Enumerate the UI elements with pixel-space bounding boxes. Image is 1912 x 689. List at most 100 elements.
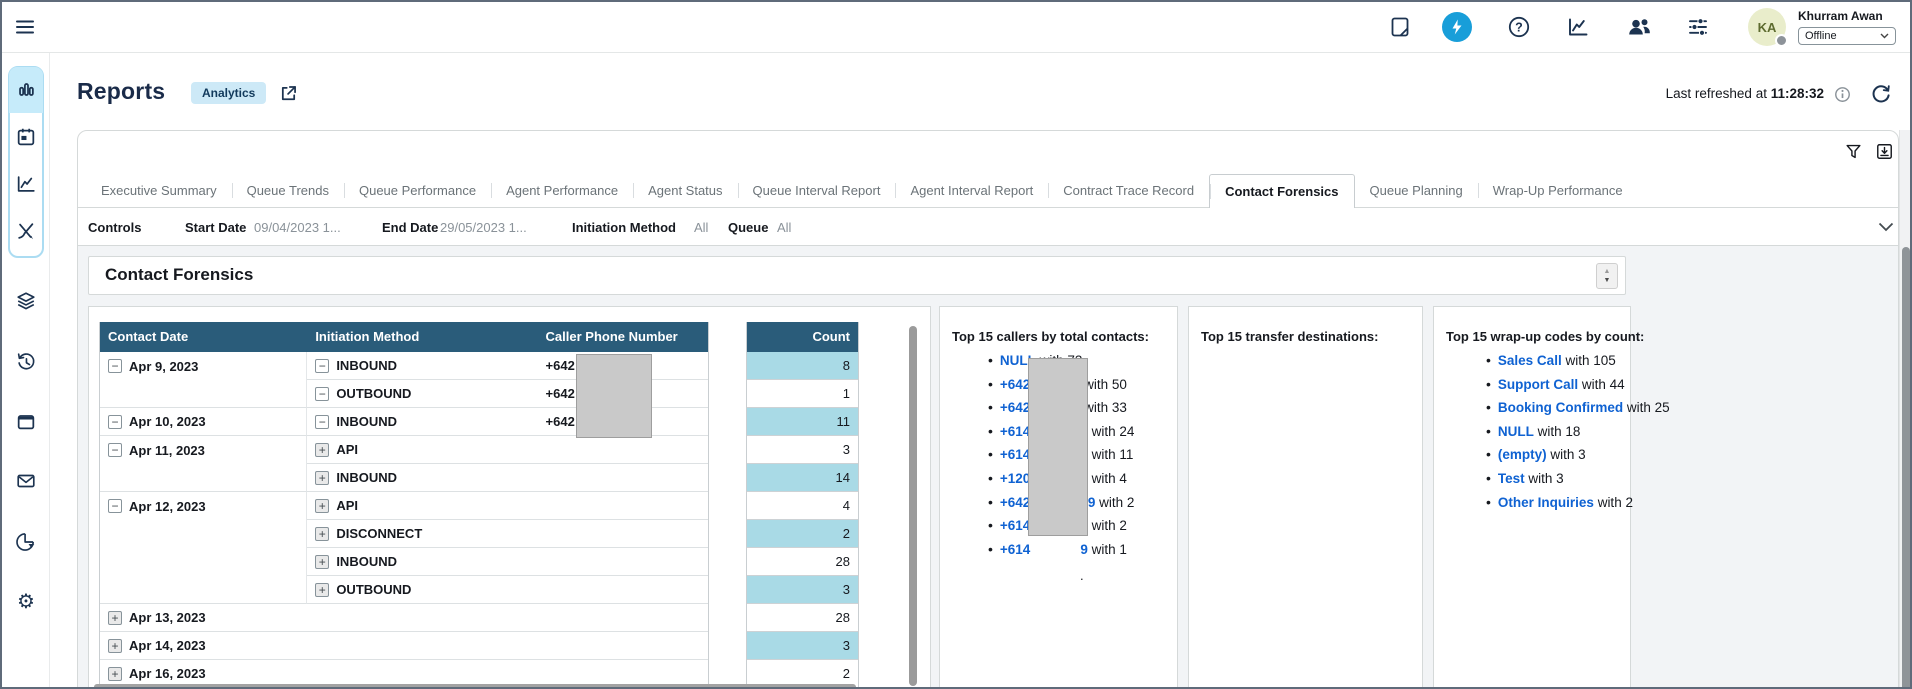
lightning-icon[interactable] [1442, 12, 1472, 42]
refreshed-time: 11:28:32 [1771, 86, 1824, 101]
refresh-icon[interactable] [1870, 83, 1892, 105]
table-row: −Apr 12, 2023 +API [100, 492, 708, 520]
count-cell: 1 [747, 380, 858, 408]
expand-icon[interactable]: + [315, 583, 329, 597]
tab-executive-summary[interactable]: Executive Summary [86, 174, 232, 207]
sidebar-item-design[interactable] [9, 208, 43, 254]
agent-status-select[interactable]: Offline [1798, 27, 1896, 45]
start-date-value[interactable]: 09/04/2023 1... [254, 220, 341, 235]
panel-footnote: . [1080, 568, 1084, 583]
tab-contract-trace-record[interactable]: Contract Trace Record [1048, 174, 1209, 207]
filter-icon[interactable] [1844, 142, 1863, 161]
info-icon[interactable] [1834, 86, 1851, 103]
controls-label: Controls [88, 220, 141, 235]
wrapup-link[interactable]: Support Call [1498, 377, 1578, 392]
analytics-badge: Analytics [191, 82, 266, 104]
hamburger-menu-icon[interactable] [13, 15, 37, 39]
caller-link[interactable]: +642 [1000, 377, 1030, 392]
window-icon [15, 411, 37, 433]
end-date-label: End Date [382, 220, 438, 235]
tab-agent-status[interactable]: Agent Status [633, 174, 737, 207]
collapse-icon[interactable]: − [315, 359, 329, 373]
count-cell: 3 [747, 436, 858, 464]
sidebar-item-mail[interactable] [9, 458, 43, 504]
expand-icon[interactable]: + [108, 639, 122, 653]
expand-icon[interactable]: + [315, 555, 329, 569]
help-icon[interactable]: ? [1507, 15, 1531, 39]
app-window: ? KA Khurram Awan Offline [0, 0, 1912, 689]
phone-number: +642 [546, 358, 575, 373]
list-item: +6149 with 1 [988, 538, 1134, 562]
tab-queue-trends[interactable]: Queue Trends [232, 174, 344, 207]
end-date-value[interactable]: 29/05/2023 1... [440, 220, 527, 235]
sidebar-item-dashboards[interactable] [9, 67, 43, 113]
sliders-icon[interactable] [1686, 15, 1710, 39]
collapse-icon[interactable]: − [108, 443, 122, 457]
tab-wrap-up-performance[interactable]: Wrap-Up Performance [1478, 174, 1638, 207]
count-cell: 14 [747, 464, 858, 492]
note-icon[interactable] [1388, 15, 1412, 39]
external-link-icon[interactable] [278, 83, 299, 104]
caller-link[interactable]: +614 [1000, 447, 1030, 462]
collapse-icon[interactable]: − [108, 499, 122, 513]
svg-text:?: ? [1515, 20, 1523, 34]
layers-icon [15, 290, 37, 312]
wrapup-link[interactable]: Other Inquiries [1498, 495, 1594, 510]
expand-icon[interactable]: + [315, 443, 329, 457]
caller-link[interactable]: +614 [1000, 542, 1030, 557]
sidebar-item-reports-pie[interactable] [9, 519, 43, 565]
page-scrollbar-thumb[interactable] [1902, 247, 1910, 689]
list-item: Support Call with 44 [1486, 373, 1670, 397]
tab-queue-interval-report[interactable]: Queue Interval Report [738, 174, 896, 207]
metrics-icon[interactable] [1566, 15, 1590, 39]
collapse-icon[interactable]: − [108, 359, 122, 373]
tab-queue-planning[interactable]: Queue Planning [1355, 174, 1478, 207]
wrapup-link[interactable]: Booking Confirmed [1498, 400, 1623, 415]
tab-queue-performance[interactable]: Queue Performance [344, 174, 491, 207]
queue-value[interactable]: All [777, 220, 791, 235]
expand-icon[interactable]: + [108, 611, 122, 625]
sidebar-item-layers[interactable] [9, 278, 43, 324]
phone-number: +642 [546, 386, 575, 401]
caller-link[interactable]: +614 [1000, 424, 1030, 439]
stepper-down-icon[interactable]: ▼ [1604, 277, 1611, 284]
page-title: Reports [77, 78, 165, 105]
expand-icon[interactable]: + [315, 499, 329, 513]
wrapup-link[interactable]: (empty) [1498, 447, 1547, 462]
sidebar-item-metrics[interactable] [9, 161, 43, 207]
section-stepper: ▲ ▼ [1596, 263, 1618, 289]
table-horizontal-scrollbar[interactable] [94, 684, 856, 689]
sidebar-item-settings[interactable]: ⚙ [9, 579, 43, 625]
list-item: Sales Call with 105 [1486, 349, 1670, 373]
phone-number: +642 [546, 414, 575, 429]
caller-link[interactable]: +642 [1000, 400, 1030, 415]
caller-link[interactable]: +642 [1000, 495, 1030, 510]
sidebar-item-window[interactable] [9, 399, 43, 445]
expand-icon[interactable]: + [315, 527, 329, 541]
collapse-icon[interactable]: − [315, 387, 329, 401]
caller-link[interactable]: +120 [1000, 471, 1030, 486]
wrapup-link[interactable]: Test [1498, 471, 1525, 486]
caller-link[interactable]: +614 [1000, 518, 1030, 533]
left-sidebar: ⚙ [2, 53, 50, 689]
sidebar-item-history[interactable] [9, 339, 43, 385]
expand-icon[interactable]: + [315, 471, 329, 485]
tab-contact-forensics[interactable]: Contact Forensics [1209, 174, 1354, 208]
count-cell: 3 [747, 576, 858, 604]
collapse-icon[interactable]: − [108, 415, 122, 429]
expand-icon[interactable]: + [108, 667, 122, 681]
users-icon[interactable] [1626, 15, 1653, 39]
stepper-up-icon[interactable]: ▲ [1604, 268, 1611, 275]
tab-agent-interval-report[interactable]: Agent Interval Report [895, 174, 1048, 207]
initiation-method-label: Initiation Method [572, 220, 676, 235]
sidebar-item-calendar[interactable] [9, 114, 43, 160]
table-header-row: Contact Date Initiation Method Caller Ph… [100, 322, 708, 352]
tab-agent-performance[interactable]: Agent Performance [491, 174, 633, 207]
chevron-down-icon[interactable] [1878, 222, 1894, 232]
download-icon[interactable] [1875, 142, 1894, 161]
initiation-method-value[interactable]: All [694, 220, 708, 235]
wrapup-link[interactable]: Sales Call [1498, 353, 1562, 368]
table-vertical-scrollbar[interactable] [909, 326, 917, 686]
wrapup-link[interactable]: NULL [1498, 424, 1534, 439]
collapse-icon[interactable]: − [315, 415, 329, 429]
